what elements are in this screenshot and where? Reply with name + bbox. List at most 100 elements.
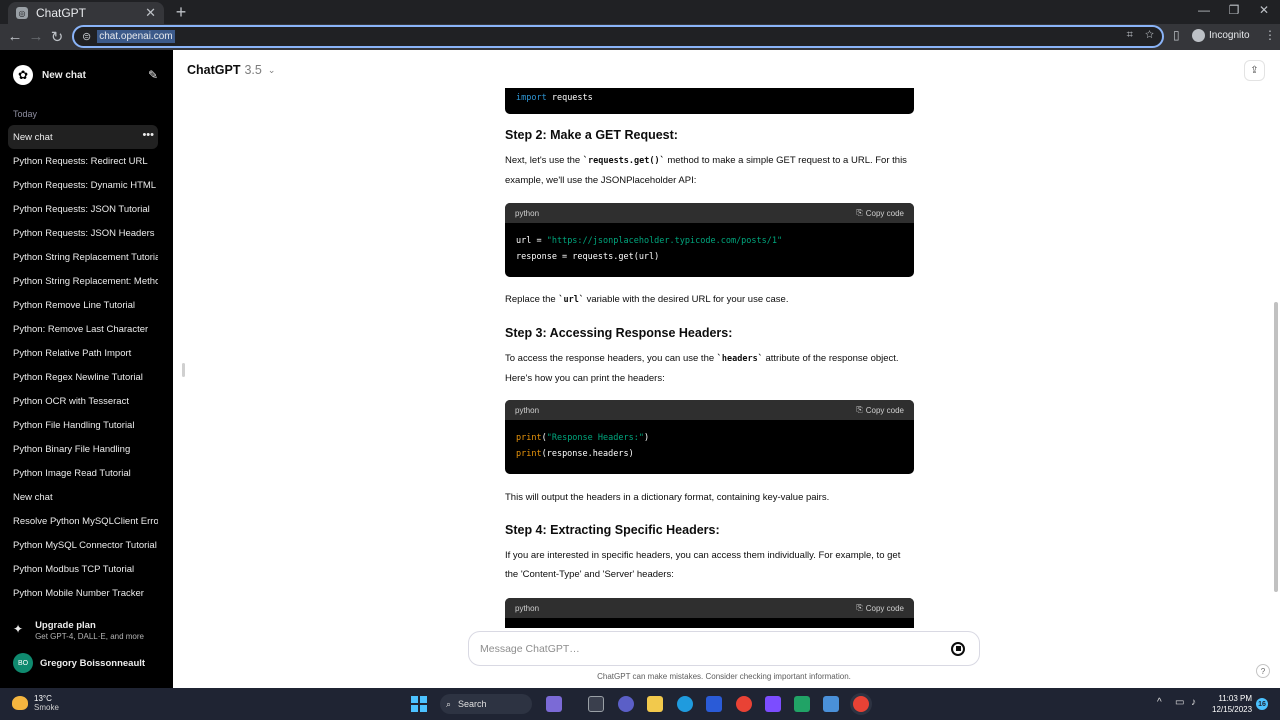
text: Next, let's use the xyxy=(505,155,583,166)
taskbar-search[interactable]: ⌕ Search xyxy=(440,694,532,714)
history-item[interactable]: Python Requests: Redirect URL xyxy=(8,149,158,173)
more-options-icon[interactable]: ••• xyxy=(142,129,154,141)
code-keyword: import xyxy=(516,93,547,103)
stop-generating-button[interactable] xyxy=(951,641,965,656)
incognito-label: Incognito xyxy=(1209,30,1250,41)
file-explorer-icon[interactable] xyxy=(647,696,663,712)
history-item[interactable]: Python Binary File Handling xyxy=(8,437,158,461)
history-item-label: Resolve Python MySQLClient Error xyxy=(13,515,158,527)
message-composer xyxy=(468,631,980,666)
windows-start-icon[interactable] xyxy=(411,696,427,712)
address-bar[interactable]: ⊜ chat.openai.com ⌗ ☆ xyxy=(72,25,1164,48)
history-item-label: Python Image Read Tutorial xyxy=(13,467,131,479)
weather-condition: Smoke xyxy=(34,703,59,712)
site-info-icon[interactable]: ⊜ xyxy=(82,30,91,43)
history-item[interactable]: Python Relative Path Import xyxy=(8,341,158,365)
side-panel-icon[interactable]: ▯ xyxy=(1173,28,1180,42)
edge-browser-icon[interactable] xyxy=(677,696,693,712)
browser-tab[interactable]: ◎ ChatGPT ✕ xyxy=(8,2,164,24)
copy-code-button[interactable]: ⎘ Copy code xyxy=(856,603,904,613)
history-item[interactable]: Python Requests: JSON Headers xyxy=(8,221,158,245)
step3-heading: Step 3: Accessing Response Headers: xyxy=(505,326,733,340)
minimize-icon[interactable]: — xyxy=(1194,3,1214,17)
history-item[interactable]: Python Requests: JSON Tutorial xyxy=(8,197,158,221)
history-item-active[interactable]: New chat ••• xyxy=(8,125,158,149)
step2-heading: Step 2: Make a GET Request: xyxy=(505,128,678,142)
qr-code-icon[interactable]: ⌗ xyxy=(1127,29,1133,41)
step4-heading: Step 4: Extracting Specific Headers: xyxy=(505,523,720,537)
back-arrow-icon[interactable]: ← xyxy=(6,28,24,45)
history-item[interactable]: Python Remove Line Tutorial xyxy=(8,293,158,317)
scrollbar[interactable] xyxy=(1274,302,1278,592)
code-block: import requests xyxy=(505,88,914,114)
history-item[interactable]: Python: Remove Last Character xyxy=(8,317,158,341)
volume-icon[interactable]: ♪ xyxy=(1191,697,1196,708)
history-item-label: Python Mobile Number Tracker xyxy=(13,587,144,599)
compose-icon[interactable]: ✎ xyxy=(148,68,158,82)
notification-badge[interactable]: 16 xyxy=(1256,698,1268,710)
help-icon[interactable]: ? xyxy=(1256,664,1270,678)
browser-menu-icon[interactable]: ⋮ xyxy=(1264,28,1276,42)
microsoft-store-icon[interactable] xyxy=(706,696,722,712)
history-item-label: Python String Replacement Tutorial xyxy=(13,251,158,263)
copilot-icon[interactable] xyxy=(546,696,562,712)
copy-code-button[interactable]: ⎘ Copy code xyxy=(856,208,904,218)
show-hidden-icons-icon[interactable]: ^ xyxy=(1157,697,1162,708)
incognito-profile[interactable]: Incognito xyxy=(1192,29,1250,42)
history-item[interactable]: Python String Replacement Tutorial xyxy=(8,245,158,269)
history-item[interactable]: Python MySQL Connector Tutorial xyxy=(8,533,158,557)
maximize-icon[interactable]: ❐ xyxy=(1224,3,1244,17)
model-selector[interactable]: ChatGPT 3.5 ⌄ xyxy=(187,63,275,77)
step4-paragraph: If you are interested in specific header… xyxy=(505,550,901,580)
avatar: BO xyxy=(13,653,33,673)
chevron-down-icon: ⌄ xyxy=(267,64,276,75)
history-item[interactable]: Python Modbus TCP Tutorial xyxy=(8,557,158,581)
bookmark-star-icon[interactable]: ☆ xyxy=(1145,29,1154,41)
message-input[interactable] xyxy=(480,642,951,655)
new-tab-plus-icon[interactable]: + xyxy=(172,2,190,23)
excel-icon[interactable] xyxy=(794,696,810,712)
close-window-icon[interactable]: ✕ xyxy=(1254,3,1274,17)
code-string: "Response Headers:" xyxy=(546,433,644,443)
chrome-icon[interactable] xyxy=(736,696,752,712)
upgrade-plan-button[interactable]: ✦ Upgrade plan Get GPT-4, DALL·E, and mo… xyxy=(13,620,144,641)
code-content: import requests xyxy=(505,88,914,108)
history-item-label: Python MySQL Connector Tutorial xyxy=(13,539,157,551)
history-item[interactable]: Python Mobile Number Tracker xyxy=(8,581,158,605)
close-tab-icon[interactable]: ✕ xyxy=(145,5,156,21)
text: Replace the xyxy=(505,294,559,305)
chat-app-icon[interactable] xyxy=(618,696,634,712)
history-item[interactable]: Python Image Read Tutorial xyxy=(8,461,158,485)
reload-icon[interactable]: ↻ xyxy=(48,28,66,46)
task-view-icon[interactable] xyxy=(588,696,604,712)
app-icon[interactable] xyxy=(823,696,839,712)
weather-widget[interactable]: 13°C Smoke xyxy=(12,694,59,712)
sidebar-collapse-handle[interactable] xyxy=(182,363,185,377)
code-language: python xyxy=(515,208,540,218)
history-item[interactable]: Python File Handling Tutorial xyxy=(8,413,158,437)
history-item[interactable]: Resolve Python MySQLClient Error xyxy=(8,509,158,533)
code-block: python ⎘ Copy code url = "https://jsonpla… xyxy=(505,203,914,277)
history-item[interactable]: Python Regex Newline Tutorial xyxy=(8,365,158,389)
code-language: python xyxy=(515,603,540,613)
new-chat-button[interactable]: ✿ New chat ✎ xyxy=(8,62,158,88)
user-menu-button[interactable]: BO Gregory Boissonneault xyxy=(13,653,145,673)
clipboard-icon: ⎘ xyxy=(856,208,863,217)
history-item[interactable]: Python String Replacement: Methods xyxy=(8,269,158,293)
app-icon[interactable] xyxy=(765,696,781,712)
network-icon[interactable]: ▭ xyxy=(1175,697,1184,708)
system-clock[interactable]: 11:03 PM 12/15/2023 xyxy=(1212,693,1252,715)
weather-icon xyxy=(12,696,28,710)
copy-code-button[interactable]: ⎘ Copy code xyxy=(856,405,904,415)
history-item[interactable]: Python Requests: Dynamic HTML xyxy=(8,173,158,197)
share-icon[interactable]: ⇪ xyxy=(1244,60,1265,81)
history-item-label: Python: Remove Last Character xyxy=(13,323,149,335)
address-url[interactable]: chat.openai.com xyxy=(97,30,175,43)
forward-arrow-icon[interactable]: → xyxy=(27,28,45,45)
step3-paragraph: To access the response headers, you can … xyxy=(505,349,915,388)
chrome-active-icon[interactable] xyxy=(853,696,869,712)
clock-date: 12/15/2023 xyxy=(1212,705,1253,714)
history-item-label: New chat xyxy=(13,131,53,143)
history-item[interactable]: Python OCR with Tesseract xyxy=(8,389,158,413)
history-item[interactable]: New chat xyxy=(8,485,158,509)
